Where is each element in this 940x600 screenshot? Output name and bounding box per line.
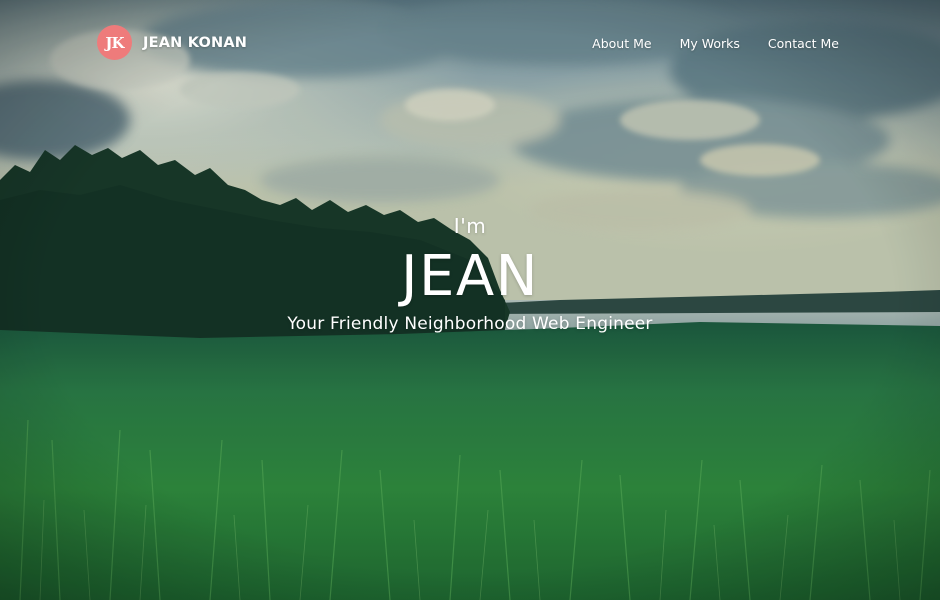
hero-tagline: Your Friendly Neighborhood Web Engineer — [287, 314, 653, 334]
brand-home-link[interactable]: JK JEAN KONAN — [97, 25, 247, 60]
jk-logo-icon: JK — [97, 25, 132, 60]
hero-intro-text: I'm — [453, 214, 487, 238]
nav-link-my-works[interactable]: My Works — [680, 36, 740, 51]
hero-section: JK JEAN KONAN About Me My Works Contact … — [0, 0, 940, 600]
nav-menu: About Me My Works Contact Me — [592, 36, 839, 51]
nav-link-contact-me[interactable]: Contact Me — [768, 36, 839, 51]
hero-name-heading: JEAN — [400, 244, 540, 309]
brand-name: JEAN KONAN — [143, 34, 248, 51]
nav-link-about-me[interactable]: About Me — [592, 36, 651, 51]
top-navigation: JK JEAN KONAN About Me My Works Contact … — [0, 0, 940, 88]
